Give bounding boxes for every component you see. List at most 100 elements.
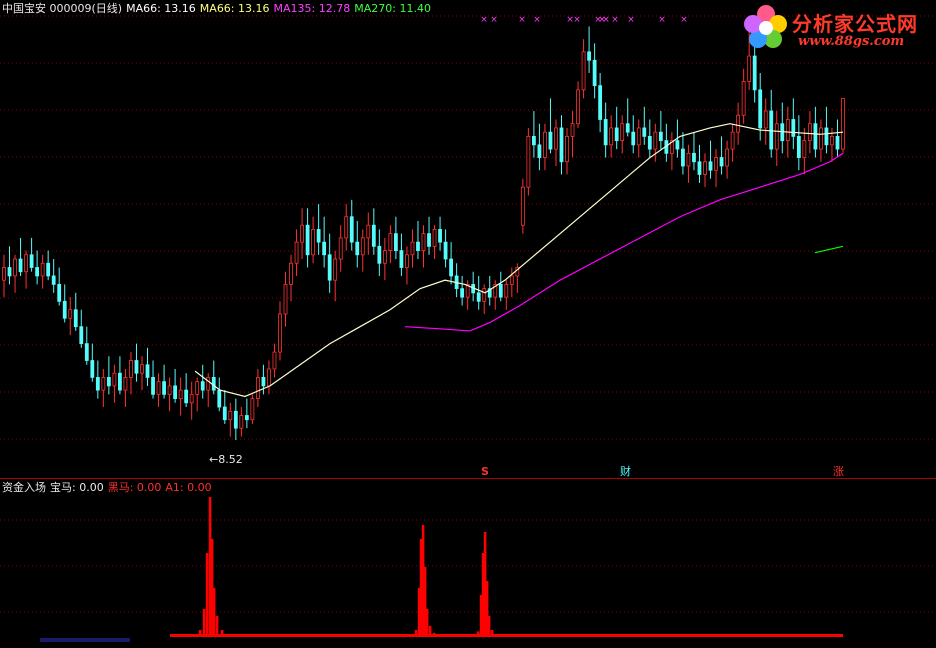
signal-x-mark: × xyxy=(518,15,526,25)
a1-label: A1: 0.00 xyxy=(165,481,212,494)
signal-x-mark: × xyxy=(627,15,635,25)
candle-body xyxy=(239,415,244,429)
candle-body xyxy=(195,381,200,395)
candle-body xyxy=(338,237,343,260)
candle-body xyxy=(603,119,608,146)
candle-body xyxy=(835,135,840,150)
signal-x-mark: × xyxy=(658,15,666,25)
candle-body xyxy=(278,313,282,353)
candle-body xyxy=(211,377,216,391)
candle-body xyxy=(57,283,62,302)
signal-cai-label: 财 xyxy=(620,465,631,478)
site-logo: 分析家公式网 www.88gs.com xyxy=(740,2,936,52)
volume-bar xyxy=(198,630,202,637)
candle-body xyxy=(2,267,6,281)
candle-body xyxy=(598,85,603,120)
candle-body xyxy=(587,51,591,61)
candle-body xyxy=(18,258,23,273)
candle-body xyxy=(531,135,536,146)
candle-body xyxy=(283,283,288,315)
indicator-name: 资金入场 xyxy=(2,481,46,494)
candle-body xyxy=(40,262,45,277)
heima-label: 黑马: 0.00 xyxy=(107,481,162,494)
logo-text: 分析家公式网 xyxy=(792,12,918,36)
candle-body xyxy=(802,140,807,158)
candle-body xyxy=(79,326,84,344)
candle-body xyxy=(752,55,757,91)
candle-body xyxy=(747,55,752,82)
volume-bar xyxy=(212,588,216,637)
candle-body xyxy=(609,127,614,146)
candle-body xyxy=(686,152,691,167)
candle-body xyxy=(322,241,327,256)
signal-x-mark: × xyxy=(490,15,498,25)
candle-body xyxy=(796,135,801,158)
candle-body xyxy=(819,127,823,150)
chart-window[interactable]: × × × × × × × × × × × × × 中国宝安 000009(日线) MA66: 13.16… xyxy=(0,0,936,644)
candle-body xyxy=(476,292,481,302)
candle-body xyxy=(592,59,597,87)
candle-body xyxy=(509,275,514,285)
candle-body xyxy=(382,250,387,264)
candle-body xyxy=(267,368,271,387)
candle-body xyxy=(763,110,768,129)
candle-body xyxy=(129,360,133,378)
candle-body xyxy=(167,385,172,395)
signal-zhang-label: 涨 xyxy=(833,465,844,478)
candle-body xyxy=(46,262,51,277)
candle-body xyxy=(29,254,34,268)
candle-body xyxy=(581,51,586,91)
volume-bar xyxy=(428,625,432,637)
candle-body xyxy=(675,140,680,150)
price-chart[interactable]: × × × × × × ××× × × × × xyxy=(0,0,936,644)
candle-body xyxy=(73,309,78,328)
candle-body xyxy=(719,157,724,167)
volume-bar xyxy=(432,632,436,637)
ma135-label: MA135: 12.78 xyxy=(273,2,351,15)
low-price-annotation: ←8.52 xyxy=(209,453,243,466)
candle-body xyxy=(526,135,531,188)
candle-body xyxy=(636,127,641,146)
candle-body xyxy=(13,258,17,277)
candle-body xyxy=(614,127,619,142)
volume-bar xyxy=(653,634,657,637)
candle-body xyxy=(244,415,249,421)
volume-bar xyxy=(476,631,480,637)
signal-x-mark: × xyxy=(602,15,610,25)
candle-body xyxy=(758,89,763,129)
candle-body xyxy=(537,144,542,158)
main-header: 中国宝安 000009(日线) MA66: 13.16 MA66: 13.16 MA1… xyxy=(2,2,435,16)
candle-body xyxy=(653,131,658,150)
candle-body xyxy=(355,241,360,256)
candle-body xyxy=(830,135,834,146)
candle-body xyxy=(642,127,647,137)
candle-body xyxy=(289,262,293,285)
volume-bar xyxy=(494,634,498,637)
candle-body xyxy=(134,360,139,374)
candle-body xyxy=(68,309,73,319)
candle-body xyxy=(250,398,255,421)
candle-body xyxy=(256,377,260,399)
date-strip xyxy=(40,638,130,642)
candle-body xyxy=(118,372,122,391)
volume-bar xyxy=(220,630,224,637)
signal-x-mark: × xyxy=(480,15,488,25)
candle-body xyxy=(300,224,304,243)
candle-body xyxy=(774,123,779,150)
candle-body xyxy=(145,364,150,378)
candle-body xyxy=(405,254,409,268)
candle-body xyxy=(824,127,829,146)
candle-body xyxy=(327,254,332,281)
candle-body xyxy=(725,148,729,167)
candle-body xyxy=(736,114,741,133)
ma270-label: MA270: 11.40 xyxy=(354,2,431,15)
signal-x-mark: × xyxy=(611,15,619,25)
candle-body xyxy=(807,123,812,142)
candle-body xyxy=(123,377,128,391)
candle-body xyxy=(371,224,376,247)
candle-body xyxy=(228,410,233,421)
signal-x-mark: × xyxy=(573,15,581,25)
candle-body xyxy=(548,131,553,150)
candle-body xyxy=(311,229,316,256)
candle-body xyxy=(222,406,227,421)
